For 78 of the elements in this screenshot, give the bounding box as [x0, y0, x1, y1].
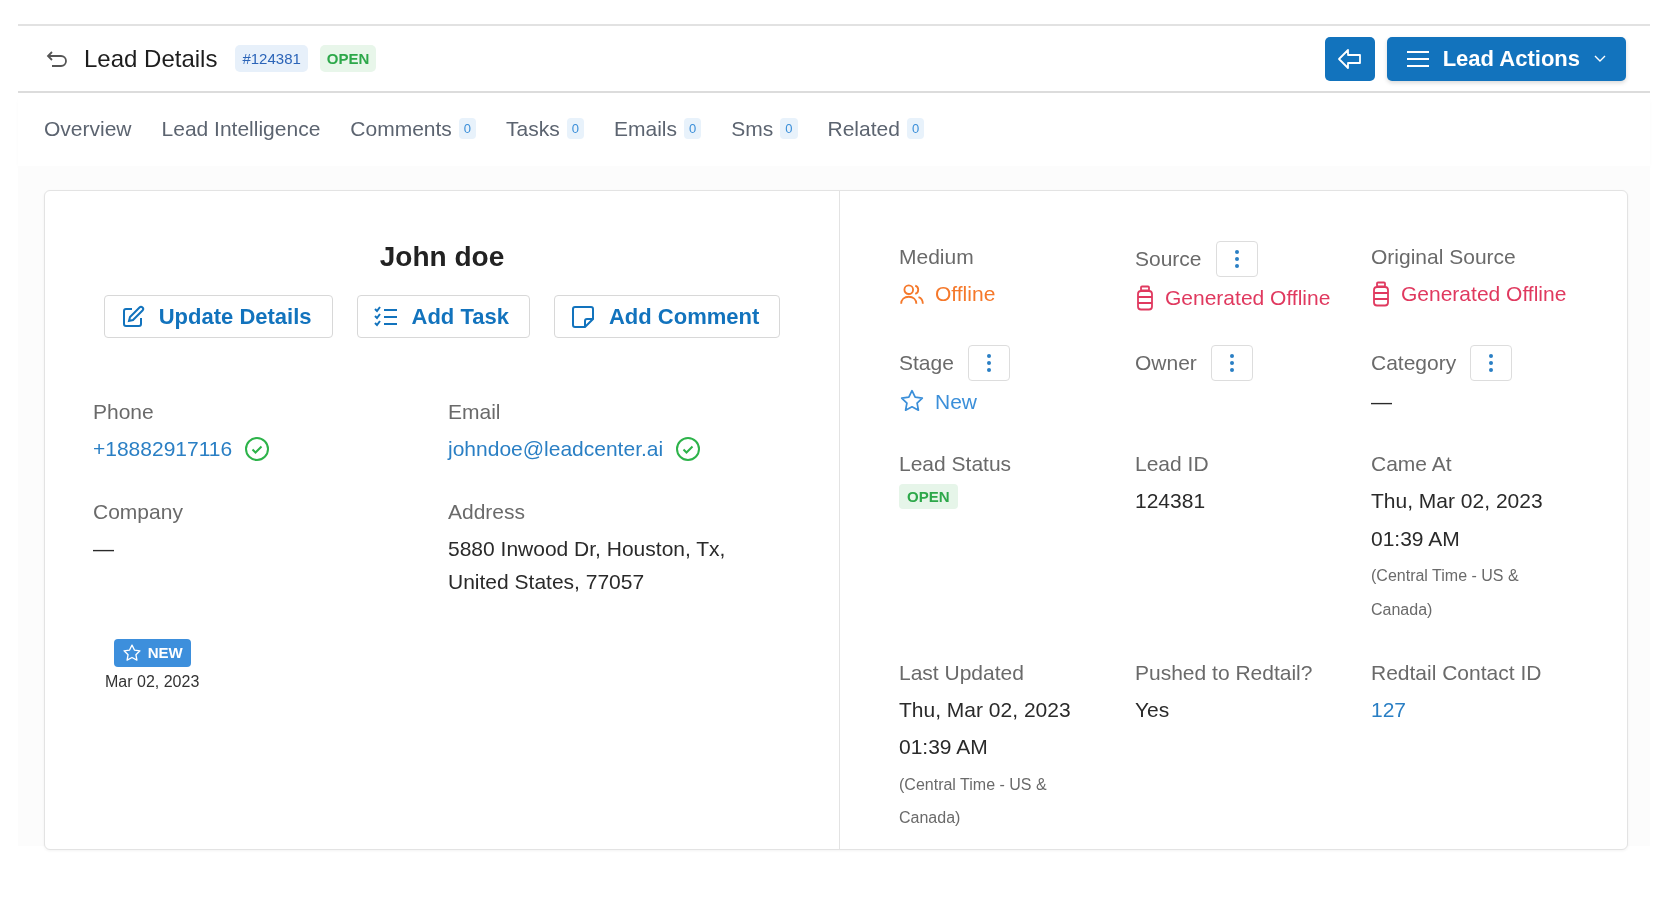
timezone-note: (Central Time - US & Canada)	[1371, 566, 1520, 620]
tab[interactable]: Emails 0	[614, 110, 702, 149]
field-label: Redtail Contact ID	[1371, 660, 1542, 685]
field-value: Yes	[1135, 696, 1171, 723]
action-button[interactable]: Update Details	[103, 295, 333, 338]
field-label: Owner	[1135, 350, 1197, 375]
field-value: Thu, Mar 02, 2023	[1371, 488, 1544, 515]
field-label: Pushed to Redtail?	[1135, 660, 1313, 685]
note-icon	[570, 304, 595, 329]
field-label: Came At	[1371, 452, 1452, 477]
action-button[interactable]: Add Comment	[553, 295, 781, 338]
bottle-icon	[1135, 284, 1155, 311]
page-title: Lead Details	[84, 44, 218, 73]
field-label: Source	[1135, 247, 1202, 271]
field-label: Lead ID	[1135, 452, 1209, 477]
action-button[interactable]: Add Task	[356, 295, 530, 338]
field-value: 5880 Inwood Dr, Houston, Tx, United States, 77057	[448, 535, 727, 596]
field-value: —	[1371, 388, 1393, 415]
tab[interactable]: Overview	[44, 110, 132, 149]
contact-link[interactable]: johndoe@leadcenter.ai	[448, 432, 664, 466]
status-badge: OPEN	[319, 45, 377, 72]
tab[interactable]: Comments 0	[350, 110, 477, 149]
more-options-button[interactable]	[1210, 344, 1253, 381]
more-vertical-icon	[1229, 353, 1234, 372]
caret-icon	[1594, 54, 1606, 63]
menu-icon	[1406, 49, 1429, 68]
field-value: 01:39 AM	[899, 734, 989, 761]
edit-icon	[120, 304, 145, 329]
created-date: Mar 02, 2023	[105, 672, 200, 691]
back-arrow-icon[interactable]	[46, 49, 68, 68]
field-label: Stage	[899, 350, 954, 375]
more-options-button[interactable]	[1470, 344, 1513, 381]
contact-name: John doe	[378, 241, 506, 273]
field-value: Offline	[935, 281, 996, 307]
field-label: Phone	[93, 400, 155, 424]
field-label: Address	[448, 499, 527, 524]
lead-number-badge: #124381	[235, 45, 308, 72]
timezone-note: (Central Time - US & Canada)	[899, 774, 1048, 829]
field-label: Category	[1371, 350, 1457, 375]
count-badge: 0	[684, 118, 702, 139]
verified-check-icon	[244, 435, 271, 462]
field-value: 124381	[1135, 488, 1207, 515]
tab[interactable]: Tasks 0	[506, 110, 584, 149]
more-options-button[interactable]	[967, 344, 1010, 381]
count-badge: 0	[566, 118, 584, 139]
more-vertical-icon	[1234, 250, 1239, 268]
count-badge: 0	[458, 118, 477, 139]
field-value-link[interactable]: 127	[1371, 692, 1597, 727]
field-value: Generated Offline	[1401, 281, 1567, 307]
tab[interactable]: Lead Intelligence	[161, 110, 321, 149]
field-value: Generated Offline	[1165, 285, 1331, 311]
field-label: Original Source	[1371, 245, 1516, 269]
bottle-icon	[1371, 280, 1391, 307]
tab[interactable]: Sms 0	[731, 110, 798, 149]
lead-actions-button[interactable]: Lead Actions	[1386, 36, 1626, 81]
more-vertical-icon	[986, 353, 991, 372]
stage-badge: NEW	[113, 638, 191, 667]
field-value: Thu, Mar 02, 2023	[899, 696, 1072, 723]
field-label: Medium	[899, 245, 974, 269]
star-icon	[121, 642, 142, 663]
contact-link[interactable]: +18882917116	[93, 432, 233, 466]
field-value: —	[93, 535, 114, 562]
tab[interactable]: Related 0	[827, 110, 925, 149]
field-label: Lead Status	[899, 452, 1012, 477]
field-label: Company	[93, 499, 184, 524]
checklist-icon	[373, 305, 398, 328]
verified-check-icon	[675, 435, 702, 462]
count-badge: 0	[780, 118, 798, 139]
arrow-left-icon	[1336, 47, 1363, 70]
field-label: Email	[448, 400, 502, 424]
field-value: New	[935, 388, 977, 415]
more-vertical-icon	[1489, 353, 1494, 372]
field-label: Last Updated	[899, 660, 1024, 685]
more-options-button[interactable]	[1215, 241, 1258, 277]
status-badge: OPEN	[899, 484, 958, 510]
count-badge: 0	[906, 118, 925, 139]
share-button[interactable]	[1324, 36, 1375, 81]
field-value: 01:39 AM	[1371, 525, 1461, 552]
